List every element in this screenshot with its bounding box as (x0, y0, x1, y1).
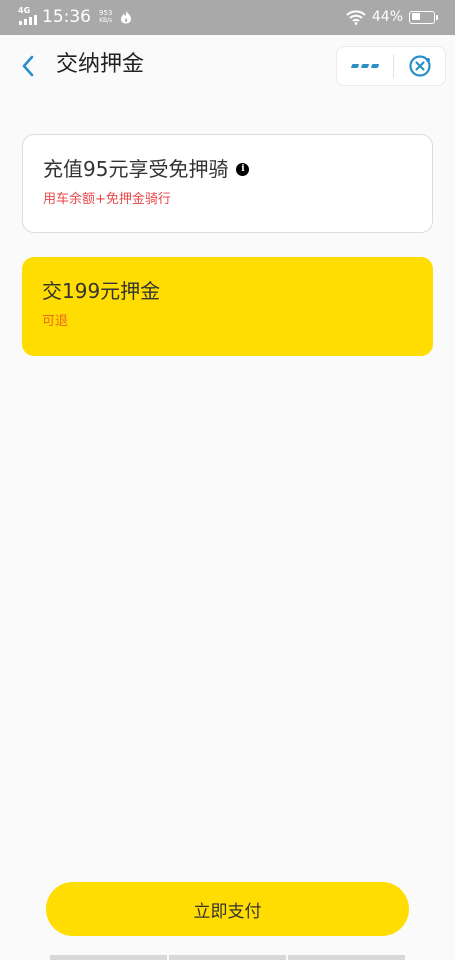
more-button[interactable] (337, 47, 393, 85)
wifi-icon (346, 9, 366, 25)
free-deposit-title: 充值95元享受免押骑 (43, 157, 229, 181)
bottom-strip (50, 955, 405, 960)
network-speed-unit: KB/s (99, 17, 113, 24)
network-speed-value: 953 (99, 9, 113, 17)
free-deposit-subtitle: 用车余额+免押金骑行 (43, 192, 171, 207)
nav-bar: 交纳押金 (0, 35, 455, 97)
more-dots-icon (351, 64, 379, 68)
pay-deposit-title: 交199元押金 (42, 279, 161, 303)
status-time: 15:36 (42, 7, 91, 27)
mini-program-capsule (336, 46, 446, 86)
free-deposit-option[interactable]: 充值95元享受免押骑 i 用车余额+免押金骑行 (22, 134, 433, 233)
battery-level (411, 13, 421, 20)
pay-now-button[interactable]: 立即支付 (46, 882, 409, 936)
network-speed: 953 KB/s (99, 9, 112, 25)
flame-icon (121, 11, 132, 24)
battery-icon (409, 10, 438, 24)
free-deposit-title-row: 充值95元享受免押骑 i (43, 155, 250, 183)
cellular-signal-icon: 4G (18, 6, 37, 27)
battery-percent: 44% (371, 9, 403, 25)
network-type: 4G (18, 6, 31, 15)
close-target-icon (408, 55, 431, 77)
pay-deposit-subtitle: 可退 (42, 314, 69, 329)
status-bar: 4G 15:36 953 KB/s 44% (0, 0, 455, 35)
pay-deposit-option[interactable]: 交199元押金 可退 (22, 257, 433, 356)
status-bar-right: 44% (346, 6, 438, 28)
page-title: 交纳押金 (56, 52, 145, 77)
status-bar-left: 4G 15:36 953 KB/s (18, 6, 132, 28)
back-button[interactable] (14, 52, 42, 80)
close-button[interactable] (394, 47, 445, 85)
info-icon[interactable]: i (236, 162, 250, 176)
chevron-left-icon (22, 55, 34, 77)
